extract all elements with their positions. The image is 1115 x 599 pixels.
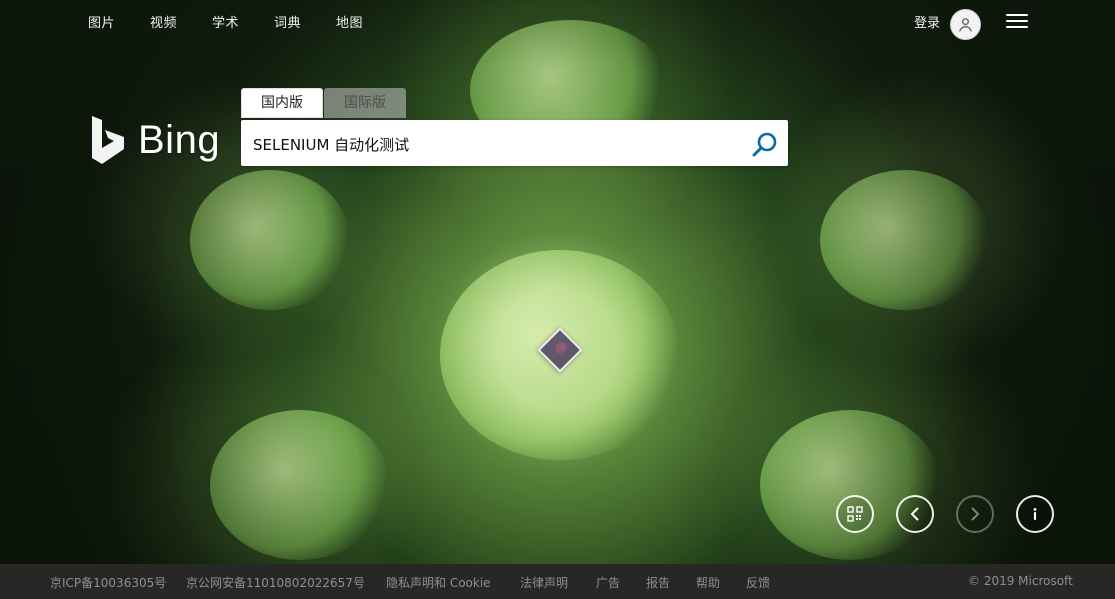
tab-international[interactable]: 国际版 [324,88,406,118]
info-icon [1033,508,1037,520]
footer-report-link[interactable]: 报告 [646,574,670,591]
top-navigation: 图片 视频 学术 词典 地图 登录 [0,0,1115,44]
footer-privacy-link[interactable]: 隐私声明和 Cookie [386,574,491,591]
hamburger-menu-icon[interactable] [1006,14,1028,32]
qr-code-icon [847,506,863,522]
menu-line [1006,26,1028,28]
bing-logo-mark-icon [92,116,124,164]
footer-police-link[interactable]: 京公网安备11010802022657号 [186,574,365,591]
nav-images-link[interactable]: 图片 [88,12,115,31]
chevron-left-icon [911,507,919,521]
search-button[interactable] [747,129,781,159]
footer-ads-link[interactable]: 广告 [596,574,620,591]
footer-bar: 京ICP备10036305号 京公网安备11010802022657号 隐私声明… [0,564,1115,599]
qr-code-button[interactable] [836,495,874,533]
search-scope-tabs: 国内版 国际版 [241,88,471,118]
nav-dictionary-link[interactable]: 词典 [274,12,301,31]
menu-line [1006,14,1028,16]
nav-videos-link[interactable]: 视频 [150,12,177,31]
tab-domestic[interactable]: 国内版 [241,88,323,118]
footer-help-link[interactable]: 帮助 [696,574,720,591]
search-input[interactable] [251,127,735,161]
background-vignette [0,0,1115,564]
chevron-right-icon [971,507,979,521]
footer-legal-link[interactable]: 法律声明 [520,574,568,591]
search-box [241,120,788,166]
bing-homepage: 图片 视频 学术 词典 地图 登录 Bing 国内版 国际版 SELENIUM … [0,0,1115,599]
bing-logo-text: Bing [138,118,221,162]
nav-maps-link[interactable]: 地图 [336,12,363,31]
footer-feedback-link[interactable]: 反馈 [746,574,770,591]
signin-link[interactable]: 登录 [914,12,940,31]
avatar-button[interactable] [950,9,981,40]
bing-logo[interactable]: Bing [88,112,220,168]
menu-line [1006,20,1028,22]
footer-copyright: © 2019 Microsoft [968,574,1073,588]
user-icon [959,18,972,32]
nav-academic-link[interactable]: 学术 [212,12,239,31]
image-info-button[interactable] [1016,495,1054,533]
footer-icp-link[interactable]: 京ICP备10036305号 [50,574,166,591]
search-icon [752,132,777,157]
previous-image-button[interactable] [896,495,934,533]
next-image-button[interactable] [956,495,994,533]
